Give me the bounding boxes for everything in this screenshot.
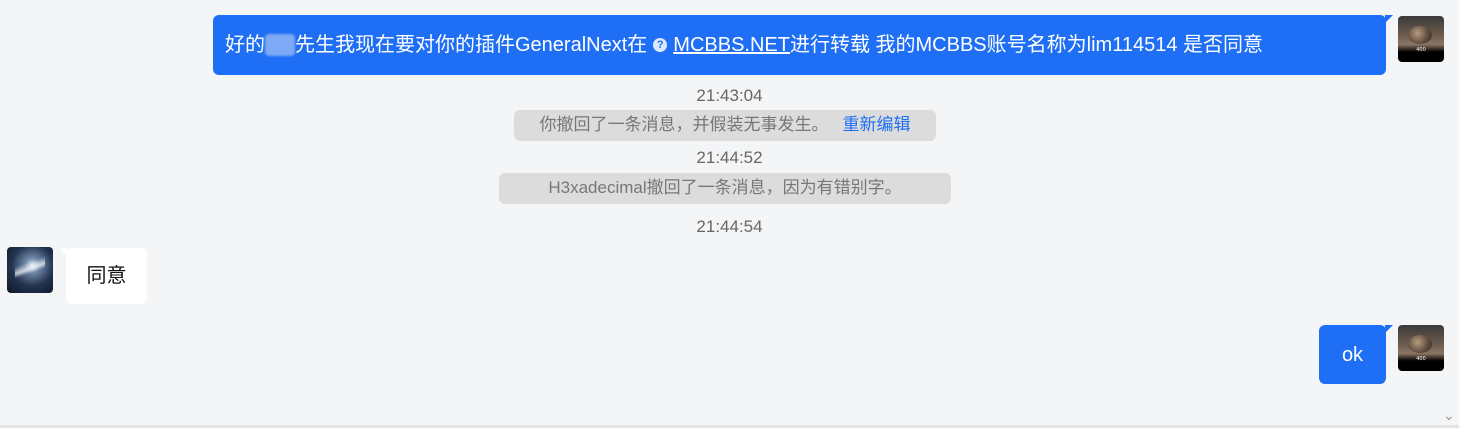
avatar-other[interactable] — [7, 247, 53, 293]
message-text-post: 先生我现在要对你的插件GeneralNext在 — [295, 34, 648, 56]
message-text-tail: 进行转载 我的MCBBS账号名称为lim114514 是否同意 — [789, 34, 1264, 56]
re-edit-link[interactable]: 重新编辑 — [843, 115, 911, 134]
redacted-name-blur — [265, 34, 295, 56]
message-text: 同意 — [86, 265, 127, 287]
bubble-tail — [1385, 325, 1393, 333]
message-text-pre: 好的 — [225, 34, 265, 56]
recall-notice-text: 你撤回了一条消息，并假装无事发生。 — [539, 115, 829, 134]
avatar-caption: 400 — [1416, 47, 1426, 53]
avatar-self[interactable]: 400 — [1398, 325, 1444, 371]
avatar-caption: 400 — [1416, 356, 1426, 362]
avatar-cat-image — [1408, 26, 1432, 44]
message-bubble-self[interactable]: ok — [1319, 325, 1393, 384]
recall-notice-other: H3xadecimal撤回了一条消息，因为有错别字。 — [499, 173, 951, 204]
message-link[interactable]: MCBBS.NET — [673, 33, 790, 57]
question-icon[interactable]: ? — [653, 38, 668, 52]
bubble-tail — [59, 248, 67, 256]
avatar-art — [15, 253, 45, 289]
scroll-down-icon[interactable]: ⌄ — [1443, 408, 1455, 422]
avatar-cat-image — [1408, 335, 1432, 353]
timestamp: 21:43:04 — [696, 86, 763, 105]
recall-notice-self: 你撤回了一条消息，并假装无事发生。 重新编辑 — [514, 110, 936, 141]
bubble-tail — [1385, 15, 1393, 23]
recall-notice-text: H3xadecimal撤回了一条消息，因为有错别字。 — [548, 178, 902, 197]
message-bubble-self[interactable]: 好的 先生我现在要对你的插件GeneralNext在 ? MCBBS.NET 进… — [213, 15, 1393, 75]
timestamp: 21:44:52 — [696, 148, 763, 167]
avatar-self[interactable]: 400 — [1398, 16, 1444, 62]
timestamp: 21:44:54 — [696, 217, 763, 236]
message-bubble-other[interactable]: 同意 — [59, 248, 147, 304]
message-text: ok — [1341, 343, 1364, 366]
